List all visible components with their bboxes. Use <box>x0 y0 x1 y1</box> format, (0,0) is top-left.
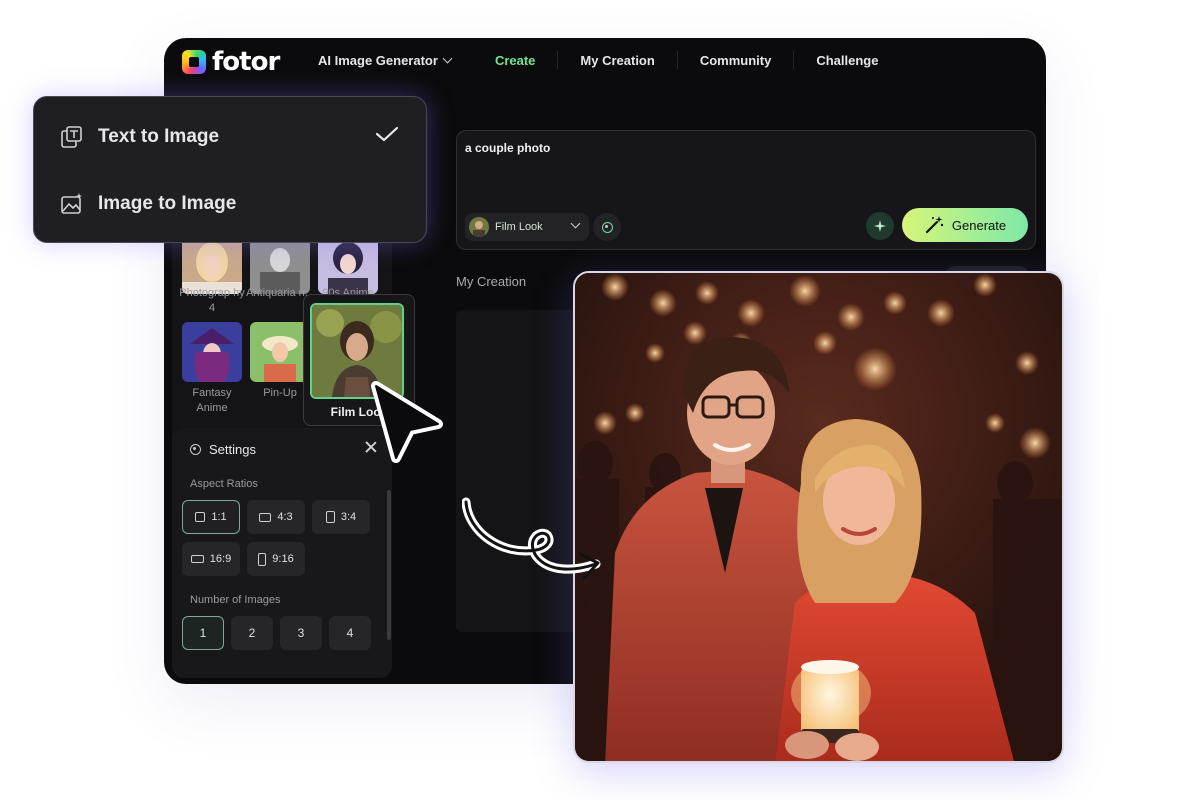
tall-icon <box>258 552 267 566</box>
portrait-antique-image <box>250 234 310 294</box>
style-avatar <box>469 217 489 237</box>
aspect-ratio-label: 16:9 <box>209 553 232 565</box>
nav-challenge[interactable]: Challenge <box>794 50 900 70</box>
portrait-blonde-image <box>182 234 242 294</box>
landscape-icon <box>259 512 272 522</box>
gear-icon <box>190 444 201 455</box>
style-selector[interactable]: Film Look <box>465 213 589 241</box>
settings-header: Settings <box>190 442 256 457</box>
check-icon <box>376 127 398 141</box>
magic-enhance-button[interactable] <box>866 212 894 240</box>
brand-name: fotor <box>212 47 280 77</box>
panel-scrollbar[interactable] <box>387 490 391 640</box>
image-count-4[interactable]: 4 <box>329 616 371 650</box>
settings-title: Settings <box>209 442 256 457</box>
prompt-input[interactable]: a couple photo <box>465 141 550 155</box>
aspect-ratio-label: 4:3 <box>277 511 293 523</box>
portrait-fantasy-image <box>182 322 242 382</box>
nav-community[interactable]: Community <box>678 50 794 70</box>
curved-arrow-icon <box>462 497 601 580</box>
nav-ai-image-generator[interactable]: AI Image Generator <box>318 50 473 70</box>
aspect-ratios-label: Aspect Ratios <box>190 478 258 490</box>
generate-label: Generate <box>951 217 1007 233</box>
aspect-ratio-4-3[interactable]: 4:3 <box>247 500 305 534</box>
style-thumb-fantasy-anime[interactable] <box>182 322 242 382</box>
image-count-2[interactable]: 2 <box>231 616 273 650</box>
mouse-cursor-icon <box>371 381 443 463</box>
style-thumb-pin-up[interactable] <box>250 322 310 382</box>
chevron-down-icon <box>442 53 453 63</box>
mode-image-to-image[interactable]: Image to Image <box>60 192 236 216</box>
style-label: Fantasy Anime <box>192 387 232 414</box>
aspect-ratio-label: 1:1 <box>211 511 227 523</box>
style-selector-label: Film Look <box>495 221 543 233</box>
nav-create[interactable]: Create <box>473 50 557 70</box>
fotor-logo-icon <box>182 50 206 74</box>
style-thumb-90s-anime[interactable] <box>318 234 378 294</box>
generate-button[interactable]: Generate <box>902 208 1028 242</box>
generated-image[interactable] <box>573 271 1064 763</box>
chevron-down-icon <box>570 218 581 229</box>
prompt-settings-button[interactable] <box>593 213 621 241</box>
widescreen-icon <box>190 555 204 563</box>
style-thumb-antiquarian[interactable] <box>250 234 310 294</box>
magic-wand-icon <box>925 216 944 234</box>
nav-label: AI Image Generator <box>318 52 438 68</box>
couple-photo-image <box>575 273 1062 761</box>
mode-text-to-image[interactable]: Text to Image <box>60 125 219 149</box>
aspect-ratio-9-16[interactable]: 9:16 <box>247 542 305 576</box>
gear-icon <box>601 221 613 233</box>
my-creation-title: My Creation <box>456 274 527 289</box>
sparkle-icon <box>874 220 886 232</box>
text-to-image-icon <box>61 126 82 148</box>
style-label: Photograp hy 4 <box>179 287 245 314</box>
prompt-box[interactable]: a couple photo Film Look Generate <box>456 130 1036 250</box>
portrait-anime-image <box>318 234 378 294</box>
portrait-pinup-image <box>250 322 310 382</box>
top-bar: fotor AI Image Generator Create My Creat… <box>164 38 1046 86</box>
mode-menu: Text to Image Image to Image <box>33 96 427 243</box>
settings-panel: Settings Aspect Ratios 1:1 4:3 3:4 16:9 <box>172 428 392 678</box>
nav-my-creation[interactable]: My Creation <box>558 50 676 70</box>
aspect-ratio-label: 3:4 <box>340 511 357 523</box>
main-nav: AI Image Generator Create My Creation Co… <box>318 38 900 82</box>
image-count-3[interactable]: 3 <box>280 616 322 650</box>
mode-label: Image to Image <box>98 193 237 214</box>
aspect-ratio-3-4[interactable]: 3:4 <box>312 500 370 534</box>
image-count-1[interactable]: 1 <box>182 616 224 650</box>
image-to-image-icon <box>61 193 82 214</box>
mode-label: Text to Image <box>98 126 220 147</box>
style-thumb-photography[interactable] <box>182 234 242 294</box>
number-of-images-label: Number of Images <box>190 594 281 606</box>
aspect-ratio-label: 9:16 <box>272 553 294 565</box>
portrait-icon <box>325 511 335 523</box>
square-icon <box>195 512 206 522</box>
brand-logo[interactable]: fotor <box>182 47 280 77</box>
aspect-ratio-1-1[interactable]: 1:1 <box>182 500 240 534</box>
aspect-ratio-16-9[interactable]: 16:9 <box>182 542 240 576</box>
